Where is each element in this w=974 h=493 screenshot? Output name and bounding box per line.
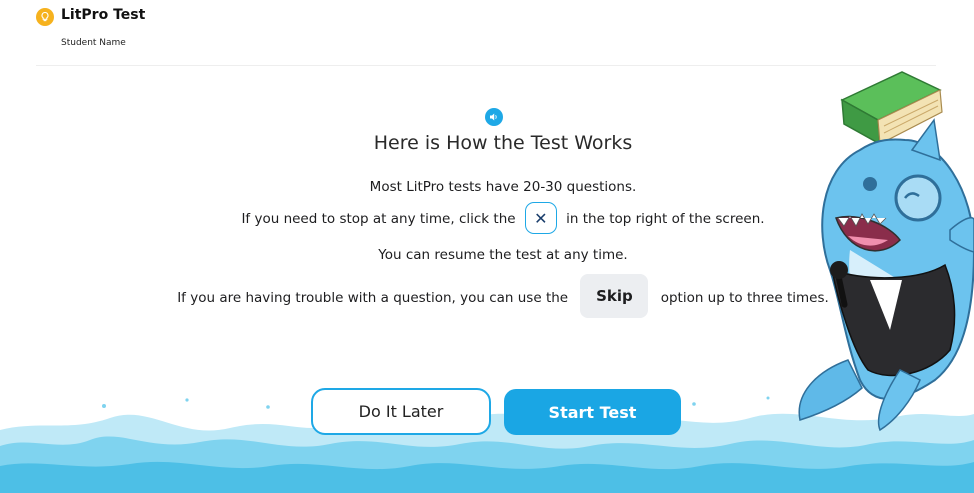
shark-mascot-illustration (798, 71, 974, 432)
